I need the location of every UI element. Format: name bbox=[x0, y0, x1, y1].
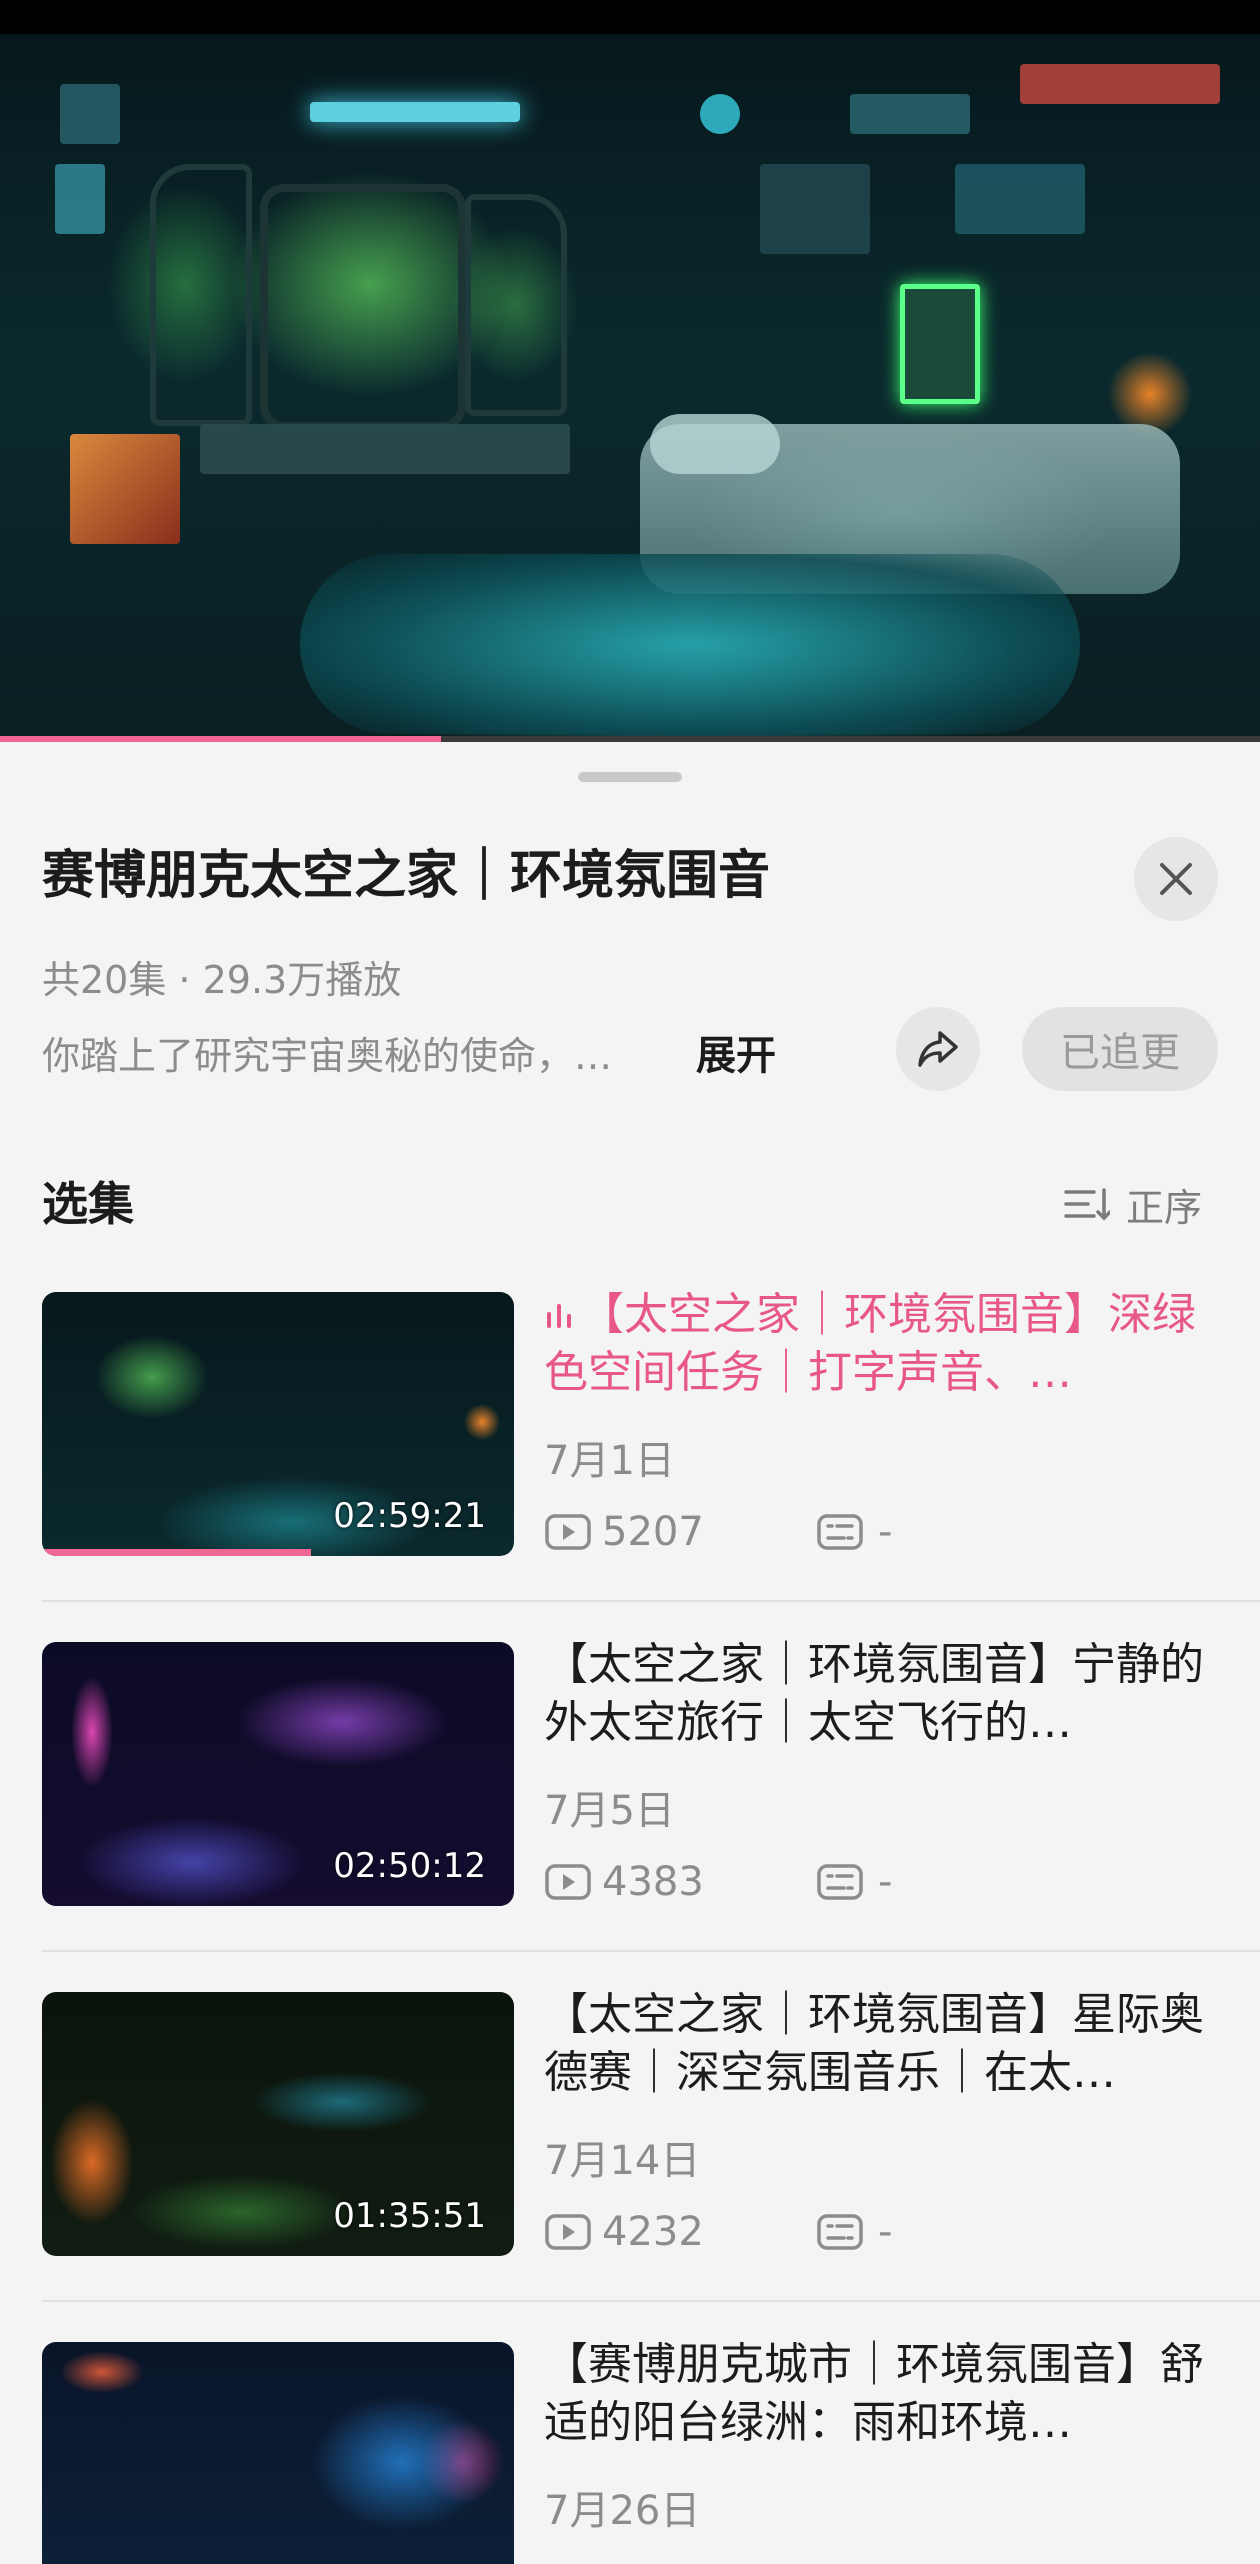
episodes-section-label: 选集 bbox=[42, 1177, 134, 1231]
sort-order-label: 正序 bbox=[1126, 1185, 1203, 1230]
play-count: 4232 bbox=[544, 2209, 816, 2255]
danmaku-count-value: - bbox=[878, 2209, 893, 2255]
episode-date: 7月5日 bbox=[544, 1788, 675, 1834]
episode-title: 【太空之家｜环境氛围音】星际奥德赛｜深空氛围音乐｜在太… bbox=[544, 1989, 1204, 2098]
sort-icon bbox=[1064, 1188, 1110, 1221]
danmaku-icon bbox=[817, 1864, 863, 1900]
share-icon bbox=[918, 1031, 958, 1067]
wall-screen bbox=[760, 164, 870, 254]
danmaku-count-value: - bbox=[878, 1509, 893, 1555]
now-playing-icon bbox=[547, 1304, 571, 1328]
share-button[interactable] bbox=[896, 1007, 980, 1091]
wall-lamp bbox=[700, 94, 740, 134]
follow-button[interactable]: 已追更 bbox=[1022, 1007, 1218, 1091]
sort-order-button[interactable]: 正序 bbox=[1064, 1178, 1202, 1230]
play-count-value: 5207 bbox=[602, 1509, 704, 1555]
episode-thumbnail[interactable]: 02:59:21 bbox=[42, 1292, 514, 1556]
window-frame bbox=[150, 164, 252, 426]
episode-item[interactable]: 【赛博朋克城市｜环境氛围音】舒适的阳台绿洲：雨和环境… 7月26日 bbox=[0, 2339, 1260, 2564]
wall-screen bbox=[850, 94, 970, 134]
episode-date: 7月14日 bbox=[544, 2138, 701, 2184]
rug bbox=[300, 554, 1080, 734]
pillow bbox=[650, 414, 780, 474]
episode-title: 【赛博朋克城市｜环境氛围音】舒适的阳台绿洲：雨和环境… bbox=[544, 2339, 1204, 2448]
episode-title-text: 【太空之家｜环境氛围音】深绿色空间任务｜打字声音、… bbox=[544, 1289, 1196, 1398]
episode-watched-progress bbox=[42, 1549, 312, 1556]
play-count-icon bbox=[545, 1514, 591, 1550]
wall-screen bbox=[55, 164, 105, 234]
danmaku-count-value: - bbox=[878, 1859, 893, 1905]
play-count: 4383 bbox=[544, 1859, 816, 1905]
play-count: 5207 bbox=[544, 1509, 816, 1555]
episode-sheet: 赛博朋克太空之家｜环境氛围音 共20集 · 29.3万播放 你踏上了研究宇宙奥秘… bbox=[0, 742, 1260, 2564]
app-root: 赛博朋克太空之家｜环境氛围音 共20集 · 29.3万播放 你踏上了研究宇宙奥秘… bbox=[0, 0, 1260, 2564]
list-divider bbox=[42, 1950, 1260, 1952]
episode-date: 7月1日 bbox=[544, 1438, 675, 1484]
series-description: 你踏上了研究宇宙奥秘的使命，… bbox=[42, 1034, 613, 1078]
danmaku-icon bbox=[817, 2214, 863, 2250]
wall-screen bbox=[60, 84, 120, 144]
episode-duration: 02:59:21 bbox=[333, 1496, 486, 1536]
play-count-icon bbox=[545, 1864, 591, 1900]
video-player[interactable] bbox=[0, 0, 1260, 742]
danmaku-count: - bbox=[816, 1859, 892, 1905]
close-button[interactable] bbox=[1134, 837, 1218, 921]
episode-stats: 5207 - bbox=[544, 1502, 892, 1562]
sheet-drag-handle[interactable] bbox=[578, 772, 682, 782]
list-divider bbox=[42, 1600, 1260, 1602]
episode-duration: 01:35:51 bbox=[333, 2196, 486, 2236]
episode-thumbnail[interactable]: 01:35:51 bbox=[42, 1992, 514, 2256]
window-frame bbox=[465, 194, 567, 416]
wall-screen bbox=[1020, 64, 1220, 104]
episode-stats: 4232 - bbox=[544, 2202, 892, 2262]
desk bbox=[200, 424, 570, 474]
episode-thumbnail[interactable] bbox=[42, 2342, 514, 2564]
episode-title: 【太空之家｜环境氛围音】深绿色空间任务｜打字声音、… bbox=[544, 1286, 1224, 1402]
play-count-icon bbox=[545, 2214, 591, 2250]
expand-button[interactable]: 展开 bbox=[696, 1030, 776, 1082]
series-title: 赛博朋克太空之家｜环境氛围音 bbox=[42, 846, 771, 906]
episode-item[interactable]: 02:50:12 【太空之家｜环境氛围音】宁静的外太空旅行｜太空飞行的… 7月5… bbox=[0, 1639, 1260, 1992]
list-divider bbox=[42, 2300, 1260, 2302]
danmaku-count: - bbox=[816, 2209, 892, 2255]
play-count-value: 4383 bbox=[602, 1859, 704, 1905]
video-frame[interactable] bbox=[0, 34, 1260, 742]
wall-screen bbox=[70, 434, 180, 544]
episode-item[interactable]: 02:59:21 【太空之家｜环境氛围音】深绿色空间任务｜打字声音、… 7月1日 bbox=[0, 1289, 1260, 1642]
episode-duration: 02:50:12 bbox=[333, 1846, 486, 1886]
window-frame bbox=[260, 184, 466, 430]
episode-stats: 4383 - bbox=[544, 1852, 892, 1912]
episode-title: 【太空之家｜环境氛围音】宁静的外太空旅行｜太空飞行的… bbox=[544, 1639, 1204, 1748]
episode-item[interactable]: 01:35:51 【太空之家｜环境氛围音】星际奥德赛｜深空氛围音乐｜在太… 7月… bbox=[0, 1989, 1260, 2342]
close-icon bbox=[1160, 863, 1192, 895]
series-meta: 共20集 · 29.3万播放 bbox=[42, 958, 402, 1002]
ceiling-light bbox=[310, 102, 520, 122]
danmaku-count: - bbox=[816, 1509, 892, 1555]
episode-date: 7月26日 bbox=[544, 2488, 701, 2534]
danmaku-icon bbox=[817, 1514, 863, 1550]
status-bar-area bbox=[0, 0, 1260, 34]
wall-screen bbox=[900, 284, 980, 404]
play-count-value: 4232 bbox=[602, 2209, 704, 2255]
wall-screen bbox=[955, 164, 1085, 234]
episode-thumbnail[interactable]: 02:50:12 bbox=[42, 1642, 514, 1906]
